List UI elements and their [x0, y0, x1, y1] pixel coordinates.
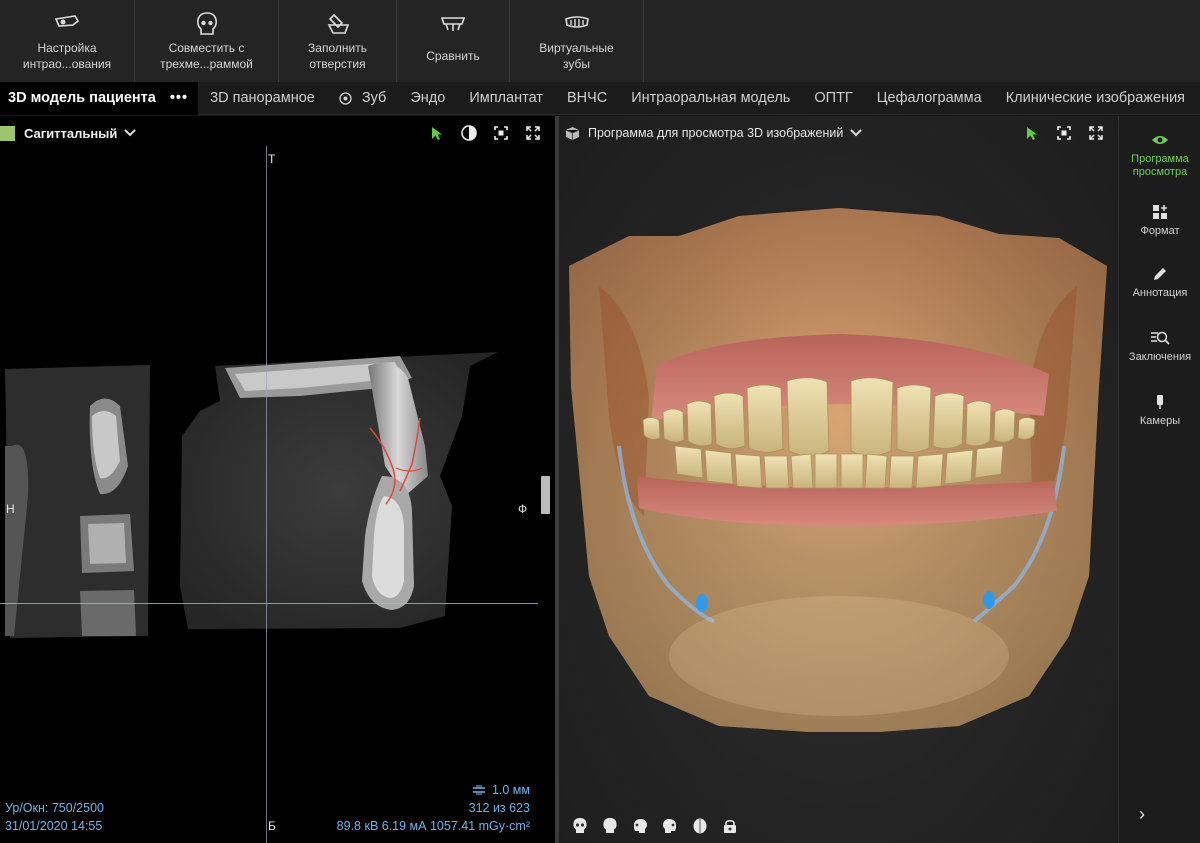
eye-icon [1150, 130, 1170, 150]
sagittal-viewport[interactable]: Сагиттальный Т Н Ф Б Ур/Окн: 750/2500 31… [0, 116, 555, 843]
skull-top-icon[interactable] [691, 817, 709, 835]
fill-holes-icon [323, 10, 353, 38]
compare-button[interactable]: Сравнить [397, 0, 510, 82]
sidebar-item-viewer[interactable]: Программа просмотра [1119, 130, 1200, 179]
panel-expand-chevron[interactable]: › [1139, 804, 1145, 825]
sidebar-item-layout[interactable]: Формат [1119, 202, 1200, 238]
tab-optg[interactable]: ОПТГ [802, 82, 864, 115]
layout-icon [1150, 202, 1170, 222]
tool-label: Сравнить [426, 49, 480, 63]
right-side-panel: Программа просмотра Формат Аннотация Зак… [1118, 116, 1200, 843]
top-toolbar: Настройка интрао...ования Совместить с т… [0, 0, 1200, 82]
tab-label: Эндо [410, 90, 446, 106]
tab-cephalogram[interactable]: Цефалограмма [865, 82, 994, 115]
fill-holes-button[interactable]: Заполнить отверстия [279, 0, 397, 82]
sidebar-item-findings[interactable]: Заключения [1119, 328, 1200, 364]
tab-label: Цефалограмма [876, 90, 982, 106]
slice-thickness-readout: 1.0 мм [472, 783, 530, 797]
crosshair-horizontal[interactable] [0, 603, 538, 604]
sidebar-item-label: Заключения [1128, 351, 1192, 363]
tab-label: Интраоральная модель [631, 90, 791, 106]
orientation-right: Ф [518, 502, 528, 516]
compare-icon [438, 10, 468, 38]
orientation-top: Т [268, 152, 276, 166]
crosshair-vertical[interactable] [266, 146, 267, 843]
tab-label: 3D модель пациента [8, 90, 156, 106]
level-window-readout: Ур/Окн: 750/2500 [5, 801, 104, 815]
module-tabs: 3D модель пациента ••• 3D панорамное Зуб… [0, 81, 1200, 115]
tool-label: Виртуальные зубы [539, 41, 614, 71]
tab-label: Клинические изображения [1005, 90, 1186, 106]
virtual-teeth-icon [562, 10, 592, 38]
slice-scroll-handle[interactable] [541, 476, 550, 514]
tab-intraoral-model[interactable]: Интраоральная модель [619, 82, 802, 115]
pencil-icon [1150, 264, 1170, 284]
exposure-readout: 89.8 кВ 6.19 мА 1057.41 mGy·cm² [336, 819, 530, 833]
skull-front-icon[interactable] [571, 817, 589, 835]
sidebar-item-label: Программа просмотра [1131, 153, 1189, 178]
sidebar-item-label: Аннотация [1132, 287, 1188, 299]
slice-thickness-value: 1.0 мм [491, 783, 530, 797]
tab-label: ВНЧС [566, 90, 608, 106]
tab-clinical-images[interactable]: Клинические изображения [994, 82, 1189, 115]
virtual-teeth-button[interactable]: Виртуальные зубы [510, 0, 644, 82]
tool-label: Совместить с трехме...раммой [160, 41, 253, 71]
sidebar-item-label: Камеры [1139, 415, 1181, 427]
slice-thickness-icon [472, 785, 485, 795]
skull-right-icon[interactable] [661, 817, 679, 835]
tab-implant[interactable]: Имплантат [457, 82, 555, 115]
sidebar-item-annotation[interactable]: Аннотация [1119, 264, 1200, 300]
tab-label: ОПТГ [814, 90, 853, 106]
skull-back-icon[interactable] [601, 817, 619, 835]
tab-label: 3D панорамное [210, 90, 315, 106]
tool-label: Настройка интрао...ования [22, 41, 112, 71]
sidebar-item-cameras[interactable]: Камеры [1119, 392, 1200, 428]
camera-icon [1150, 392, 1170, 412]
tab-tmj[interactable]: ВНЧС [555, 82, 619, 115]
skull-left-icon[interactable] [631, 817, 649, 835]
skull-lock-icon[interactable] [721, 817, 739, 835]
sidebar-item-label: Формат [1140, 225, 1180, 237]
tab-label: Имплантат [469, 90, 543, 106]
more-options-icon[interactable]: ••• [170, 90, 188, 106]
orientation-bottom: Б [268, 819, 276, 833]
tooth-icon [339, 91, 352, 105]
skull-icon [192, 10, 222, 38]
scan-datetime: 31/01/2020 14:55 [5, 819, 103, 833]
intraoral-scan-icon [52, 10, 82, 38]
tab-tooth[interactable]: Зуб [327, 82, 398, 115]
tab-endo[interactable]: Эндо [398, 82, 457, 115]
intraoral-setup-button[interactable]: Настройка интрао...ования [0, 0, 135, 82]
tab-3d-panoramic[interactable]: 3D панорамное [198, 82, 327, 115]
register-3d-button[interactable]: Совместить с трехме...раммой [135, 0, 279, 82]
view-preset-toolbar [571, 817, 739, 835]
tool-label: Заполнить отверстия [308, 41, 367, 71]
tab-label: Зуб [361, 90, 387, 106]
findings-icon [1150, 328, 1170, 348]
sagittal-ct-image [5, 352, 498, 638]
orientation-left: Н [6, 502, 15, 516]
slice-index-readout: 312 из 623 [468, 801, 530, 815]
tab-3d-model[interactable]: 3D модель пациента ••• [0, 81, 199, 115]
3d-jaw-render [569, 208, 1107, 732]
3d-viewport[interactable]: Программа для просмотра 3D изображений [559, 116, 1118, 843]
